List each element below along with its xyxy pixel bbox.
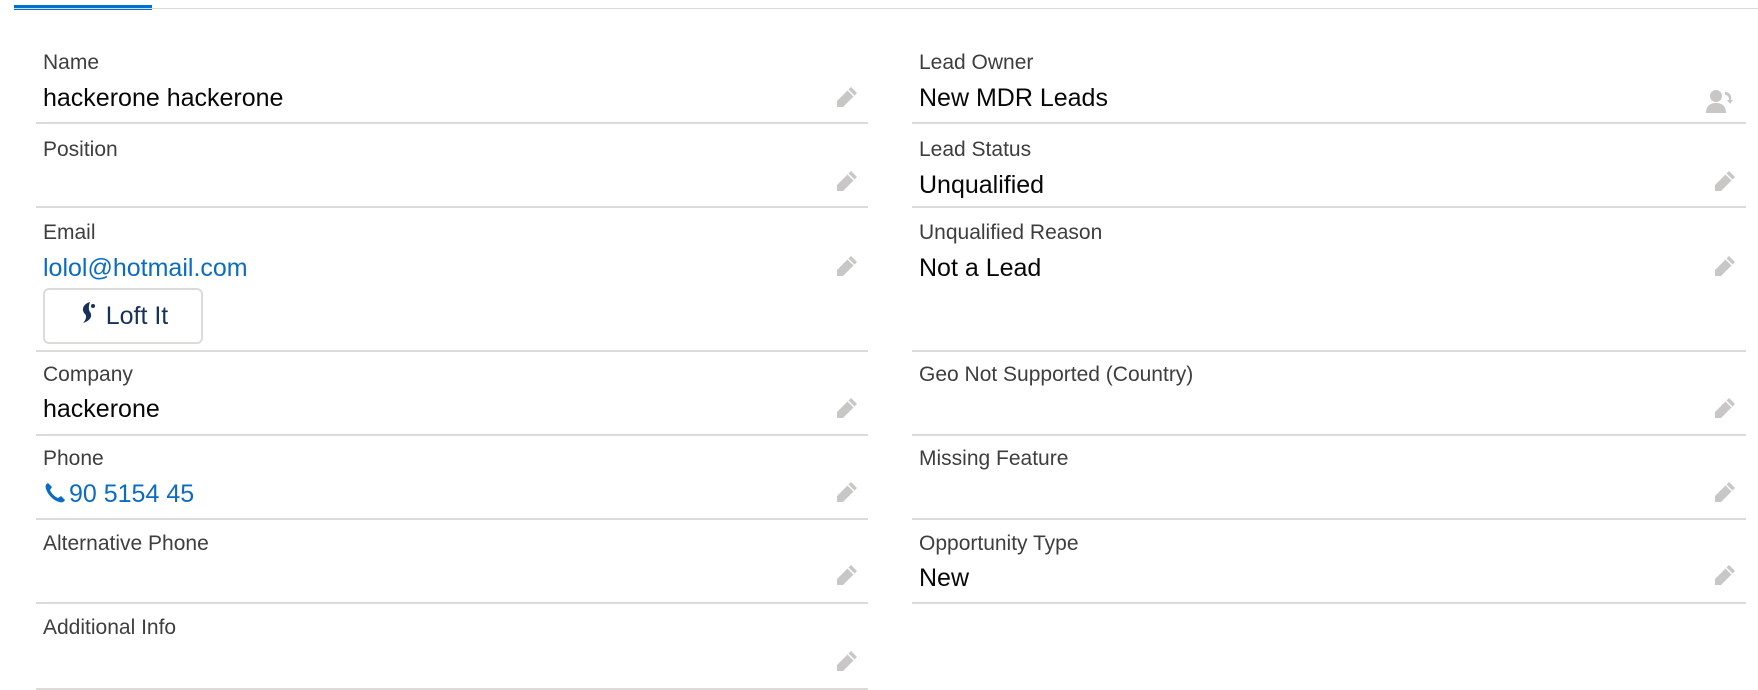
field-label: Unqualified Reason — [919, 221, 1103, 244]
field-label: Missing Feature — [919, 447, 1069, 470]
pencil-icon[interactable] — [832, 84, 860, 112]
field-unqualified-reason: Unqualified Reason Not a Lead — [912, 208, 1746, 352]
phone-link[interactable]: 90 5154 45 — [43, 481, 194, 510]
pencil-icon[interactable] — [1710, 479, 1738, 507]
email-link[interactable]: lolol@hotmail.com — [43, 256, 248, 281]
field-alternative-phone: Alternative Phone — [36, 520, 868, 604]
field-label: Name — [43, 51, 100, 74]
pencil-icon[interactable] — [832, 168, 860, 196]
field-value: Not a Lead — [919, 254, 1042, 282]
pencil-icon[interactable] — [1710, 562, 1738, 590]
pencil-icon[interactable] — [832, 648, 860, 676]
field-additional-info: Additional Info — [36, 604, 868, 690]
field-label: Email — [43, 221, 96, 244]
phone-icon — [43, 481, 67, 510]
field-label: Lead Owner — [919, 51, 1034, 74]
pencil-icon[interactable] — [832, 479, 860, 507]
loft-logo-icon — [78, 301, 100, 332]
pencil-icon[interactable] — [1710, 168, 1738, 196]
field-company: Company hackerone — [36, 352, 868, 436]
field-opportunity-type: Opportunity Type New — [912, 520, 1746, 604]
field-geo-not-supported: Geo Not Supported (Country) — [912, 352, 1746, 436]
pencil-icon[interactable] — [1710, 395, 1738, 423]
loft-it-label: Loft It — [105, 301, 169, 330]
field-name: Name hackerone hackerone — [36, 22, 868, 124]
field-label: Additional Info — [43, 616, 177, 639]
field-label: Geo Not Supported (Country) — [919, 363, 1194, 386]
field-label: Company — [43, 363, 133, 386]
field-position: Position — [36, 124, 868, 208]
phone-number: 90 5154 45 — [69, 480, 195, 508]
field-label: Alternative Phone — [43, 532, 209, 555]
pencil-icon[interactable] — [832, 395, 860, 423]
pencil-icon[interactable] — [832, 562, 860, 590]
pencil-icon[interactable] — [1710, 253, 1738, 281]
field-phone: Phone 90 5154 45 — [36, 436, 868, 520]
field-value: New MDR Leads — [919, 84, 1108, 112]
field-lead-owner: Lead Owner New MDR Leads — [912, 22, 1746, 124]
field-missing-feature: Missing Feature — [912, 436, 1746, 520]
field-label: Opportunity Type — [919, 532, 1079, 555]
field-label: Phone — [43, 447, 104, 470]
field-email: Email lolol@hotmail.com Loft It — [36, 208, 868, 352]
field-value: hackerone — [43, 395, 160, 423]
tab-bar-divider — [14, 8, 1758, 9]
field-value: Unqualified — [919, 171, 1045, 199]
pencil-icon[interactable] — [832, 253, 860, 281]
field-label: Position — [43, 138, 118, 161]
field-value: New — [919, 564, 970, 592]
field-value: hackerone hackerone — [43, 84, 284, 112]
field-lead-status: Lead Status Unqualified — [912, 124, 1746, 208]
loft-it-button[interactable]: Loft It — [43, 288, 203, 344]
field-label: Lead Status — [919, 138, 1032, 161]
change-owner-icon[interactable] — [1704, 86, 1734, 116]
